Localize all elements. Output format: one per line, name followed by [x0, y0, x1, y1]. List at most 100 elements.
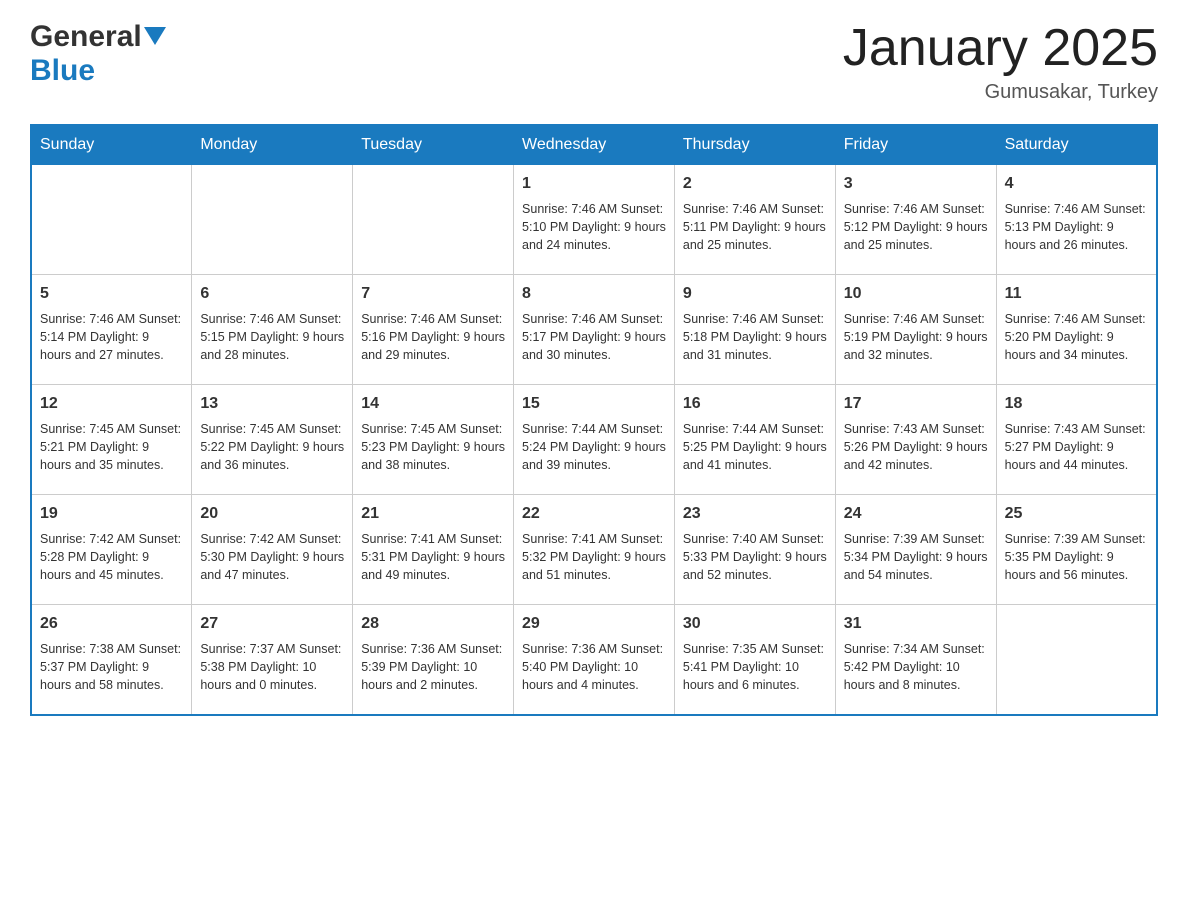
column-header-sunday: Sunday: [31, 125, 192, 165]
day-info: Sunrise: 7:34 AM Sunset: 5:42 PM Dayligh…: [844, 640, 988, 694]
calendar-day-cell: 4 Sunrise: 7:46 AM Sunset: 5:13 PM Daylig…: [996, 165, 1157, 275]
day-number: 17: [844, 393, 988, 415]
day-number: 9: [683, 283, 827, 305]
calendar-day-cell: 19Sunrise: 7:42 AM Sunset: 5:28 PM Dayli…: [31, 495, 192, 605]
day-number: 7: [361, 283, 505, 305]
calendar-day-cell: 10Sunrise: 7:46 AM Sunset: 5:19 PM Dayli…: [835, 275, 996, 385]
calendar-day-cell: 1 Sunrise: 7:46 AM Sunset: 5:10 PM Daylig…: [514, 165, 675, 275]
day-number: 8: [522, 283, 666, 305]
calendar-day-cell: 22 Sunrise: 7:41 AM Sunset: 5:32 PM Dayli…: [514, 495, 675, 605]
calendar-day-cell: 24 Sunrise: 7:39 AM Sunset: 5:34 PM Dayli…: [835, 495, 996, 605]
day-number: 31: [844, 613, 988, 635]
day-info: Sunrise: 7:46 AM Sunset: 5:11 PM Dayligh…: [683, 200, 827, 254]
day-number: 3: [844, 173, 988, 195]
calendar-day-cell: 29Sunrise: 7:36 AM Sunset: 5:40 PM Dayli…: [514, 605, 675, 715]
calendar-day-cell: 28 Sunrise: 7:36 AM Sunset: 5:39 PM Dayli…: [353, 605, 514, 715]
day-info: Sunrise: 7:36 AM Sunset: 5:39 PM Dayligh…: [361, 640, 505, 694]
column-header-monday: Monday: [192, 125, 353, 165]
day-info: Sunrise: 7:40 AM Sunset: 5:33 PM Dayligh…: [683, 530, 827, 584]
day-info: Sunrise: 7:46 AM Sunset: 5:15 PM Dayligh…: [200, 310, 344, 364]
calendar-day-cell: 11Sunrise: 7:46 AM Sunset: 5:20 PM Dayli…: [996, 275, 1157, 385]
day-info: Sunrise: 7:46 AM Sunset: 5:10 PM Dayligh…: [522, 200, 666, 254]
column-header-saturday: Saturday: [996, 125, 1157, 165]
day-number: 27: [200, 613, 344, 635]
day-number: 4: [1005, 173, 1148, 195]
day-info: Sunrise: 7:35 AM Sunset: 5:41 PM Dayligh…: [683, 640, 827, 694]
day-number: 1: [522, 173, 666, 195]
calendar-day-cell: [353, 165, 514, 275]
day-info: Sunrise: 7:46 AM Sunset: 5:19 PM Dayligh…: [844, 310, 988, 364]
calendar-table: SundayMondayTuesdayWednesdayThursdayFrid…: [30, 124, 1158, 716]
calendar-day-cell: 2 Sunrise: 7:46 AM Sunset: 5:11 PM Daylig…: [674, 165, 835, 275]
day-number: 23: [683, 503, 827, 525]
calendar-day-cell: 18 Sunrise: 7:43 AM Sunset: 5:27 PM Dayli…: [996, 385, 1157, 495]
day-info: Sunrise: 7:46 AM Sunset: 5:13 PM Dayligh…: [1005, 200, 1148, 254]
day-number: 15: [522, 393, 666, 415]
calendar-day-cell: 27 Sunrise: 7:37 AM Sunset: 5:38 PM Dayli…: [192, 605, 353, 715]
day-number: 11: [1005, 283, 1148, 305]
day-number: 18: [1005, 393, 1148, 415]
calendar-day-cell: 3Sunrise: 7:46 AM Sunset: 5:12 PM Daylig…: [835, 165, 996, 275]
day-number: 25: [1005, 503, 1148, 525]
day-info: Sunrise: 7:46 AM Sunset: 5:18 PM Dayligh…: [683, 310, 827, 364]
day-info: Sunrise: 7:42 AM Sunset: 5:30 PM Dayligh…: [200, 530, 344, 584]
calendar-day-cell: 12Sunrise: 7:45 AM Sunset: 5:21 PM Dayli…: [31, 385, 192, 495]
column-header-thursday: Thursday: [674, 125, 835, 165]
calendar-day-cell: 23 Sunrise: 7:40 AM Sunset: 5:33 PM Dayli…: [674, 495, 835, 605]
calendar-day-cell: 26 Sunrise: 7:38 AM Sunset: 5:37 PM Dayli…: [31, 605, 192, 715]
calendar-week-row: 26 Sunrise: 7:38 AM Sunset: 5:37 PM Dayli…: [31, 605, 1157, 715]
day-number: 26: [40, 613, 183, 635]
day-info: Sunrise: 7:46 AM Sunset: 5:17 PM Dayligh…: [522, 310, 666, 364]
calendar-day-cell: 5 Sunrise: 7:46 AM Sunset: 5:14 PM Daylig…: [31, 275, 192, 385]
day-info: Sunrise: 7:43 AM Sunset: 5:27 PM Dayligh…: [1005, 420, 1148, 474]
day-info: Sunrise: 7:45 AM Sunset: 5:22 PM Dayligh…: [200, 420, 344, 474]
day-number: 20: [200, 503, 344, 525]
day-info: Sunrise: 7:39 AM Sunset: 5:34 PM Dayligh…: [844, 530, 988, 584]
calendar-day-cell: 31 Sunrise: 7:34 AM Sunset: 5:42 PM Dayli…: [835, 605, 996, 715]
calendar-week-row: 5 Sunrise: 7:46 AM Sunset: 5:14 PM Daylig…: [31, 275, 1157, 385]
calendar-day-cell: 16Sunrise: 7:44 AM Sunset: 5:25 PM Dayli…: [674, 385, 835, 495]
day-info: Sunrise: 7:46 AM Sunset: 5:16 PM Dayligh…: [361, 310, 505, 364]
day-number: 14: [361, 393, 505, 415]
day-info: Sunrise: 7:38 AM Sunset: 5:37 PM Dayligh…: [40, 640, 183, 694]
day-number: 5: [40, 283, 183, 305]
calendar-subtitle: Gumusakar, Turkey: [843, 81, 1158, 104]
column-header-friday: Friday: [835, 125, 996, 165]
title-section: January 2025 Gumusakar, Turkey: [843, 20, 1158, 104]
day-info: Sunrise: 7:37 AM Sunset: 5:38 PM Dayligh…: [200, 640, 344, 694]
day-number: 13: [200, 393, 344, 415]
calendar-day-cell: 13 Sunrise: 7:45 AM Sunset: 5:22 PM Dayli…: [192, 385, 353, 495]
day-info: Sunrise: 7:41 AM Sunset: 5:32 PM Dayligh…: [522, 530, 666, 584]
logo-triangle-icon: [144, 27, 166, 49]
day-number: 30: [683, 613, 827, 635]
calendar-day-cell: [996, 605, 1157, 715]
day-info: Sunrise: 7:41 AM Sunset: 5:31 PM Dayligh…: [361, 530, 505, 584]
calendar-header-row: SundayMondayTuesdayWednesdayThursdayFrid…: [31, 125, 1157, 165]
logo: General Blue: [30, 20, 166, 88]
day-number: 29: [522, 613, 666, 635]
day-info: Sunrise: 7:39 AM Sunset: 5:35 PM Dayligh…: [1005, 530, 1148, 584]
day-number: 2: [683, 173, 827, 195]
calendar-day-cell: 30 Sunrise: 7:35 AM Sunset: 5:41 PM Dayli…: [674, 605, 835, 715]
day-number: 22: [522, 503, 666, 525]
day-number: 28: [361, 613, 505, 635]
column-header-tuesday: Tuesday: [353, 125, 514, 165]
calendar-week-row: 1 Sunrise: 7:46 AM Sunset: 5:10 PM Daylig…: [31, 165, 1157, 275]
calendar-day-cell: 17Sunrise: 7:43 AM Sunset: 5:26 PM Dayli…: [835, 385, 996, 495]
day-number: 19: [40, 503, 183, 525]
calendar-day-cell: [31, 165, 192, 275]
calendar-week-row: 19Sunrise: 7:42 AM Sunset: 5:28 PM Dayli…: [31, 495, 1157, 605]
calendar-day-cell: 8 Sunrise: 7:46 AM Sunset: 5:17 PM Daylig…: [514, 275, 675, 385]
calendar-day-cell: 7 Sunrise: 7:46 AM Sunset: 5:16 PM Daylig…: [353, 275, 514, 385]
logo-blue-text: Blue: [30, 54, 95, 88]
day-info: Sunrise: 7:45 AM Sunset: 5:21 PM Dayligh…: [40, 420, 183, 474]
day-info: Sunrise: 7:46 AM Sunset: 5:14 PM Dayligh…: [40, 310, 183, 364]
calendar-day-cell: 20 Sunrise: 7:42 AM Sunset: 5:30 PM Dayli…: [192, 495, 353, 605]
day-info: Sunrise: 7:44 AM Sunset: 5:24 PM Dayligh…: [522, 420, 666, 474]
calendar-day-cell: [192, 165, 353, 275]
day-number: 24: [844, 503, 988, 525]
page-header: General Blue January 2025 Gumusakar, Tur…: [30, 20, 1158, 104]
logo-general-text: General: [30, 20, 142, 54]
day-number: 21: [361, 503, 505, 525]
calendar-week-row: 12Sunrise: 7:45 AM Sunset: 5:21 PM Dayli…: [31, 385, 1157, 495]
